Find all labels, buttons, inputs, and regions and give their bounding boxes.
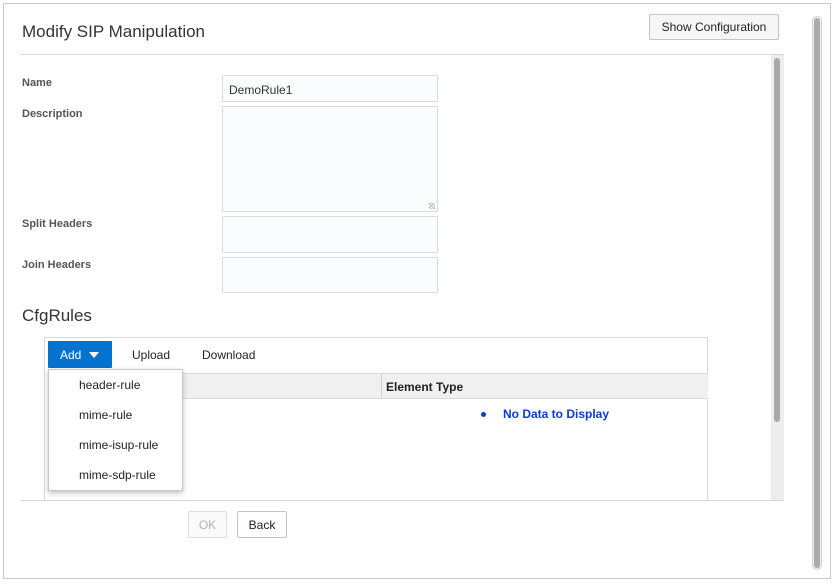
add-button[interactable]: Add [48, 341, 112, 368]
split-headers-field[interactable] [222, 216, 438, 253]
no-data-text: No Data to Display [503, 407, 610, 421]
column-header-element-type[interactable]: Element Type [386, 380, 463, 394]
show-configuration-button[interactable]: Show Configuration [649, 14, 779, 40]
page-scrollbar-thumb[interactable] [814, 18, 820, 568]
upload-button[interactable]: Upload [132, 341, 170, 368]
name-label: Name [22, 77, 52, 89]
download-button[interactable]: Download [202, 341, 255, 368]
menu-item-header-rule[interactable]: header-rule [79, 378, 140, 392]
join-headers-field[interactable] [222, 257, 438, 293]
bullet-icon [481, 411, 486, 417]
menu-item-mime-isup-rule[interactable]: mime-isup-rule [79, 438, 158, 452]
menu-item-mime-rule[interactable]: mime-rule [79, 408, 132, 422]
caret-down-icon [89, 351, 100, 358]
page-title: Modify SIP Manipulation [22, 22, 206, 41]
content-scrollbar-thumb[interactable] [774, 58, 780, 422]
page-scrollbar[interactable] [812, 16, 822, 570]
resize-grip-icon[interactable] [429, 203, 435, 209]
title-divider [21, 54, 784, 55]
description-field[interactable] [222, 106, 438, 212]
name-field[interactable]: DemoRule1 [222, 75, 438, 102]
split-headers-label: Split Headers [22, 218, 93, 230]
menu-item-mime-sdp-rule[interactable]: mime-sdp-rule [79, 468, 156, 482]
cfgrules-title: CfgRules [22, 306, 92, 325]
description-label: Description [22, 108, 83, 120]
column-divider [381, 374, 382, 398]
empty-table-message: No Data to Display [481, 407, 609, 421]
add-dropdown-menu: header-rule mime-rule mime-isup-rule mim… [48, 369, 183, 491]
add-button-label: Add [60, 347, 82, 362]
join-headers-label: Join Headers [22, 259, 92, 271]
ok-button[interactable]: OK [188, 511, 227, 538]
back-button[interactable]: Back [237, 511, 287, 538]
footer-divider [21, 500, 784, 501]
content-scrollbar[interactable] [771, 55, 784, 500]
